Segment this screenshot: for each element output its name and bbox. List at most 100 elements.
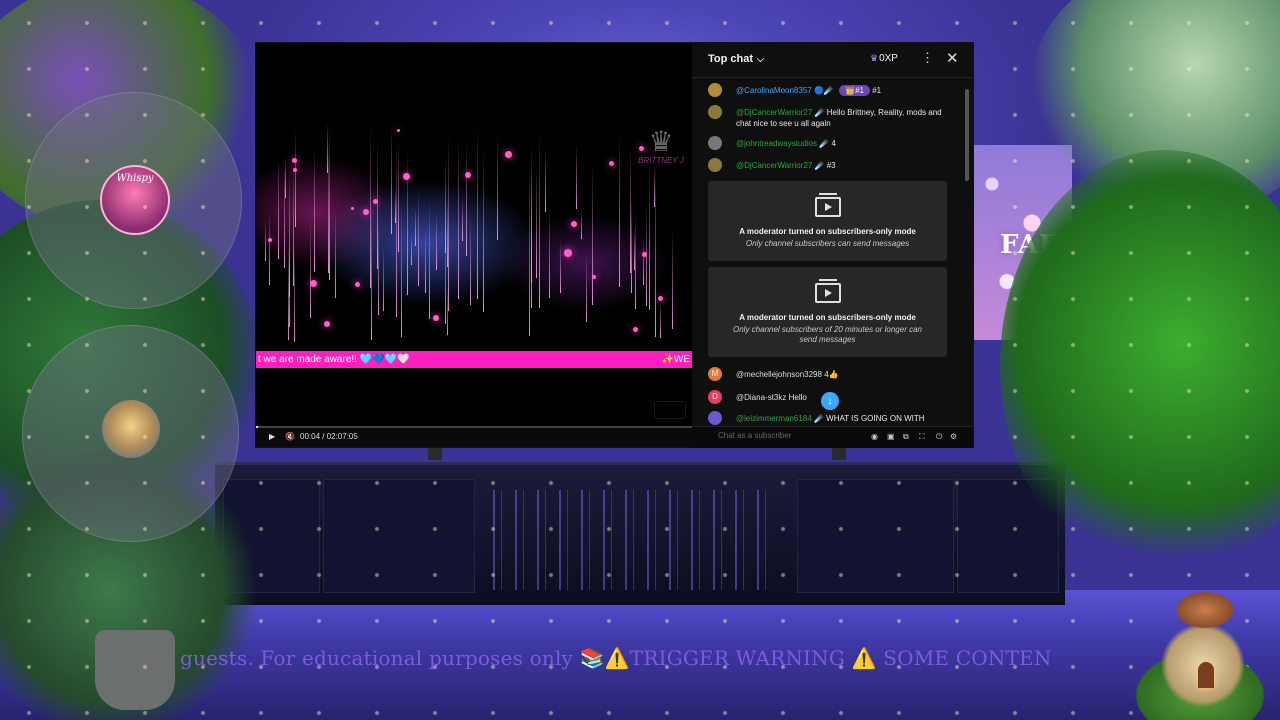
message-text: #3 xyxy=(826,161,836,170)
visualizer-streak xyxy=(448,133,449,311)
visualizer-streak xyxy=(329,125,330,280)
rank-chip: 👑#1 xyxy=(839,85,870,96)
chat-mode-label: Top chat xyxy=(708,53,754,65)
visualizer-streak xyxy=(462,195,463,241)
visualizer-streak xyxy=(269,209,270,285)
live-indicator-icon[interactable]: ◉ xyxy=(871,432,878,441)
visualizer-streak xyxy=(328,141,329,273)
xp-badge[interactable]: ♛0XP xyxy=(870,53,898,64)
visualizer-streak xyxy=(539,129,540,308)
chat-input-bar: Chat as a subscriber ◉ ▣ ⧉ ⛶ ⏻ ⚙ xyxy=(692,426,973,448)
subtitles-icon[interactable]: ▣ xyxy=(887,432,895,441)
message-text: WHAT IS GOING ON WITH xyxy=(826,414,925,423)
message-author[interactable]: @mechellejohnson3298 xyxy=(736,370,822,379)
visualizer-particle xyxy=(465,172,471,178)
chat-header: Top chat ⌵ ♛0XP ⋮ ✕ xyxy=(692,43,973,78)
visualizer-streak xyxy=(391,125,392,234)
message-text: #1 xyxy=(872,86,882,95)
system-subtitle: Only channel subscribers can send messag… xyxy=(745,239,910,248)
visualizer-streak xyxy=(630,144,631,273)
crown-icon: ♛ xyxy=(648,126,674,157)
avatar[interactable] xyxy=(708,83,722,97)
visualizer-streak xyxy=(497,136,498,240)
visualizer-particle xyxy=(433,315,439,321)
settings-icon[interactable]: ⚙ xyxy=(950,432,957,441)
visualizer-streak xyxy=(672,230,673,329)
message-author[interactable]: @DjCancerWarrior27 xyxy=(736,161,812,170)
visualizer-streak xyxy=(335,210,336,298)
visualizer-streak xyxy=(285,156,286,198)
visualizer-particle xyxy=(355,282,360,287)
visualizer-streak xyxy=(289,243,290,327)
console-door xyxy=(323,479,475,593)
visualizer-streak xyxy=(655,162,656,337)
scroll-thumb[interactable] xyxy=(965,89,969,181)
system-title: A moderator turned on subscribers-only m… xyxy=(739,227,916,236)
visualizer-streak xyxy=(293,162,294,286)
avatar[interactable] xyxy=(708,158,722,172)
message-author[interactable]: @CarolinaMoon8357 xyxy=(736,86,812,95)
visualizer-particle xyxy=(310,280,317,287)
visualizer-streak xyxy=(529,158,530,336)
visualizer-particle xyxy=(397,129,400,132)
visualizer-streak xyxy=(660,300,661,338)
mushroom-house-decor xyxy=(1125,575,1280,720)
avatar[interactable] xyxy=(708,136,722,150)
author-badges: 🔵☄️ xyxy=(813,86,834,95)
close-icon[interactable]: ✕ xyxy=(946,49,959,67)
visualizer-streak xyxy=(592,162,593,305)
chat-scrollbar[interactable] xyxy=(965,83,969,419)
visualizer-particle xyxy=(633,327,638,332)
video-player[interactable]: ♛ BRITTNEY J t we are made aware!! 🩵💙🩵🤍 … xyxy=(256,43,692,426)
visualizer-streak xyxy=(398,140,399,252)
visualizer-streak xyxy=(378,223,379,315)
chat-input[interactable]: Chat as a subscriber xyxy=(718,431,791,440)
system-message: A moderator turned on subscribers-only m… xyxy=(708,181,947,261)
avatar[interactable]: M xyxy=(708,367,722,381)
chevron-down-icon: ⌵ xyxy=(757,54,764,64)
visualizer-particle xyxy=(571,221,577,227)
xp-label: 0XP xyxy=(879,53,898,64)
visualizer-streak xyxy=(383,246,384,311)
visualizer-streak xyxy=(314,144,315,272)
avatar[interactable]: D xyxy=(708,390,722,404)
visualizer-particle xyxy=(658,296,663,301)
visualizer-streak xyxy=(635,212,636,309)
message-author[interactable]: @johntreadwaystudios xyxy=(736,139,817,148)
visualizer-streak xyxy=(310,218,311,318)
miniplayer-icon[interactable]: ⧉ xyxy=(903,432,909,442)
visualizer-particle xyxy=(609,161,614,166)
chat-mode-dropdown[interactable]: Top chat ⌵ xyxy=(708,53,764,65)
visualizer-streak xyxy=(395,189,396,223)
ticker-text-end: ✨WE xyxy=(661,354,690,365)
visualizer-streak xyxy=(411,234,412,265)
avatar[interactable] xyxy=(708,105,722,119)
visualizer-streak xyxy=(477,125,478,299)
visualizer-streak xyxy=(536,165,537,278)
visualizer-streak xyxy=(415,208,416,246)
visualizer-streak xyxy=(458,136,459,299)
avatar[interactable] xyxy=(708,411,722,425)
message-author[interactable]: @DjCancerWarrior27 xyxy=(736,108,812,117)
volume-mute-icon[interactable]: 🔇 xyxy=(285,426,295,447)
more-vert-icon[interactable]: ⋮ xyxy=(921,50,934,66)
visualizer-streak xyxy=(531,145,532,283)
message-author[interactable]: @leizimmerman6184 xyxy=(736,414,812,423)
visualizer-streak xyxy=(407,149,408,295)
visualizer-streak xyxy=(429,199,430,319)
scrolling-marquee: guests. For educational purposes only 📚⚠… xyxy=(180,646,1052,670)
visualizer-particle xyxy=(564,249,572,257)
visualizer-streak xyxy=(643,237,644,285)
play-icon[interactable]: ▶ xyxy=(269,426,275,447)
viewer-avatar: Whispy xyxy=(100,165,170,235)
stream-window: ♛ BRITTNEY J t we are made aware!! 🩵💙🩵🤍 … xyxy=(255,42,974,448)
visualizer-streak xyxy=(295,129,296,227)
arrow-down-icon[interactable]: ↓ xyxy=(821,392,839,410)
visualizer-streak xyxy=(445,155,446,253)
live-chat-panel: Top chat ⌵ ♛0XP ⋮ ✕ @CarolinaMoon8357 🔵☄️… xyxy=(692,43,973,426)
autoplay-icon[interactable]: ⏻ xyxy=(936,432,942,442)
message-author[interactable]: @Diana-st3kz xyxy=(736,393,786,402)
live-chat-icon xyxy=(815,197,841,217)
time-display: 00:04 / 02:07:05 xyxy=(300,432,358,441)
fullscreen-icon[interactable]: ⛶ xyxy=(919,432,925,442)
